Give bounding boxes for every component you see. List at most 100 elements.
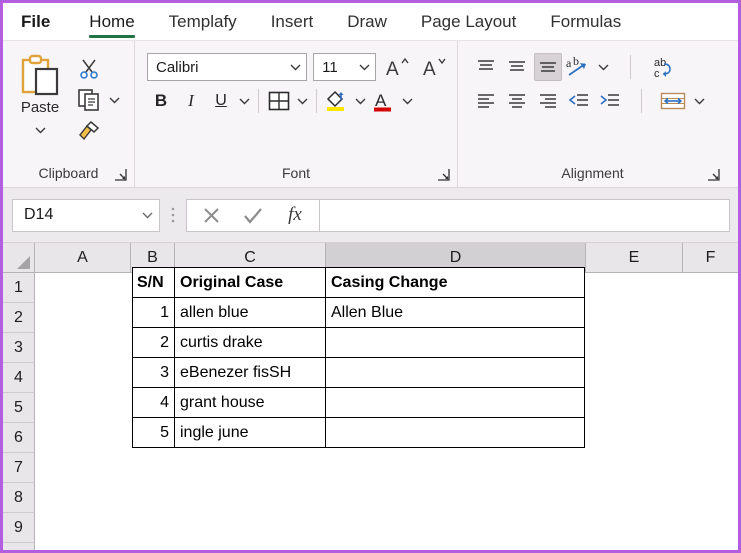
- tab-page-layout[interactable]: Page Layout: [404, 3, 533, 40]
- borders-icon: [267, 89, 291, 113]
- orientation-icon: a b: [566, 55, 592, 79]
- fill-color-dropdown-caret[interactable]: [353, 87, 368, 115]
- paste-button[interactable]: Paste: [9, 47, 71, 144]
- align-middle-icon: [506, 56, 528, 78]
- cell-sn[interactable]: 2: [132, 327, 175, 358]
- formula-input[interactable]: [320, 198, 730, 232]
- row-cells[interactable]: [35, 543, 738, 550]
- tab-insert[interactable]: Insert: [254, 3, 331, 40]
- increase-indent-button[interactable]: [596, 87, 624, 115]
- font-name-value: Calibri: [156, 58, 199, 76]
- font-color-dropdown-caret[interactable]: [400, 87, 415, 115]
- font-group-label: Font: [281, 165, 310, 181]
- cell-sn[interactable]: 4: [132, 387, 175, 418]
- cell-original-case[interactable]: allen blue: [174, 297, 326, 328]
- row-cells[interactable]: [35, 513, 738, 543]
- copy-button[interactable]: [75, 86, 103, 114]
- tab-templafy[interactable]: Templafy: [152, 3, 254, 40]
- row-header-9[interactable]: 9: [3, 513, 35, 543]
- alignment-group-label: Alignment: [561, 165, 624, 181]
- copy-icon: [77, 88, 101, 112]
- grow-font-icon: A: [385, 55, 411, 79]
- row-header-6[interactable]: 6: [3, 423, 35, 453]
- row-header-10[interactable]: 10: [3, 543, 35, 550]
- merge-dropdown-caret[interactable]: [692, 87, 707, 115]
- grid-row: 8: [3, 483, 738, 513]
- italic-button[interactable]: I: [177, 87, 205, 115]
- borders-button[interactable]: [265, 87, 293, 115]
- row-header-3[interactable]: 3: [3, 333, 35, 363]
- font-dialog-launcher[interactable]: [437, 168, 450, 181]
- clipboard-dialog-launcher[interactable]: [114, 168, 127, 181]
- align-right-button[interactable]: [534, 87, 562, 115]
- name-box[interactable]: D14: [12, 198, 160, 232]
- font-name-combo[interactable]: Calibri: [147, 53, 308, 81]
- row-header-4[interactable]: 4: [3, 363, 35, 393]
- cell-casing-change[interactable]: [325, 327, 585, 358]
- underline-dropdown-caret[interactable]: [237, 87, 252, 115]
- row-header-5[interactable]: 5: [3, 393, 35, 423]
- merge-center-button[interactable]: [657, 87, 689, 115]
- tab-draw[interactable]: Draw: [330, 3, 404, 40]
- row-cells[interactable]: [35, 453, 738, 483]
- cell-original-case[interactable]: eBenezer fisSH: [174, 357, 326, 388]
- wrap-text-button[interactable]: ab c: [648, 53, 680, 81]
- row-header-7[interactable]: 7: [3, 453, 35, 483]
- row-header-8[interactable]: 8: [3, 483, 35, 513]
- decrease-font-size-button[interactable]: A: [420, 53, 451, 81]
- decrease-indent-button[interactable]: [565, 87, 593, 115]
- ribbon: Paste Clipboard Calibri 11 A A B I U A F…: [3, 41, 738, 188]
- format-painter-button[interactable]: [75, 117, 103, 145]
- tab-file-label: File: [21, 11, 51, 31]
- alignment-dialog-launcher[interactable]: [707, 168, 720, 181]
- grid-row: 9: [3, 513, 738, 543]
- fill-color-button[interactable]: [323, 87, 351, 115]
- font-size-value: 11: [322, 58, 338, 76]
- cell-casing-change[interactable]: [325, 357, 585, 388]
- bold-button[interactable]: B: [147, 87, 175, 115]
- column-header-f[interactable]: F: [683, 243, 738, 272]
- cell-original-case[interactable]: ingle june: [174, 417, 326, 448]
- cell-casing-change[interactable]: Allen Blue: [325, 297, 585, 328]
- formula-bar-grip[interactable]: [160, 206, 186, 224]
- column-header-a[interactable]: A: [35, 243, 131, 272]
- table-header-casing-change: Casing Change: [325, 267, 585, 298]
- orientation-dropdown-caret[interactable]: [596, 53, 611, 81]
- row-cells[interactable]: [35, 483, 738, 513]
- select-all-corner[interactable]: [3, 243, 35, 272]
- font-size-combo[interactable]: 11: [313, 53, 377, 81]
- paste-dropdown-caret[interactable]: [33, 116, 48, 144]
- align-center-button[interactable]: [503, 87, 531, 115]
- row-header-2[interactable]: 2: [3, 303, 35, 333]
- svg-text:A: A: [423, 59, 436, 79]
- cell-casing-change[interactable]: [325, 417, 585, 448]
- align-bottom-button[interactable]: [534, 53, 562, 81]
- tab-formulas[interactable]: Formulas: [533, 3, 638, 40]
- align-left-button[interactable]: [472, 87, 500, 115]
- cell-sn[interactable]: 5: [132, 417, 175, 448]
- row-header-1[interactable]: 1: [3, 273, 35, 303]
- font-color-button[interactable]: A: [370, 87, 398, 115]
- cell-sn[interactable]: 3: [132, 357, 175, 388]
- cut-button[interactable]: [75, 55, 103, 83]
- copy-dropdown-caret[interactable]: [107, 86, 122, 114]
- align-top-button[interactable]: [472, 53, 500, 81]
- confirm-entry-button[interactable]: [233, 201, 273, 230]
- orientation-button[interactable]: a b: [565, 53, 593, 81]
- table-row: 3 eBenezer fisSH: [132, 357, 585, 388]
- cell-casing-change[interactable]: [325, 387, 585, 418]
- align-middle-button[interactable]: [503, 53, 531, 81]
- increase-font-size-button[interactable]: A: [382, 53, 413, 81]
- tab-file[interactable]: File: [3, 3, 72, 40]
- cell-original-case[interactable]: curtis drake: [174, 327, 326, 358]
- borders-dropdown-caret[interactable]: [295, 87, 310, 115]
- cancel-entry-button[interactable]: [191, 201, 231, 230]
- column-header-e[interactable]: E: [586, 243, 683, 272]
- formula-bar: D14 fx: [3, 188, 738, 243]
- tab-home[interactable]: Home: [72, 3, 151, 40]
- cell-original-case[interactable]: grant house: [174, 387, 326, 418]
- insert-function-button[interactable]: fx: [275, 201, 315, 230]
- merge-cells-icon: [659, 88, 687, 114]
- underline-button[interactable]: U: [207, 87, 235, 115]
- cell-sn[interactable]: 1: [132, 297, 175, 328]
